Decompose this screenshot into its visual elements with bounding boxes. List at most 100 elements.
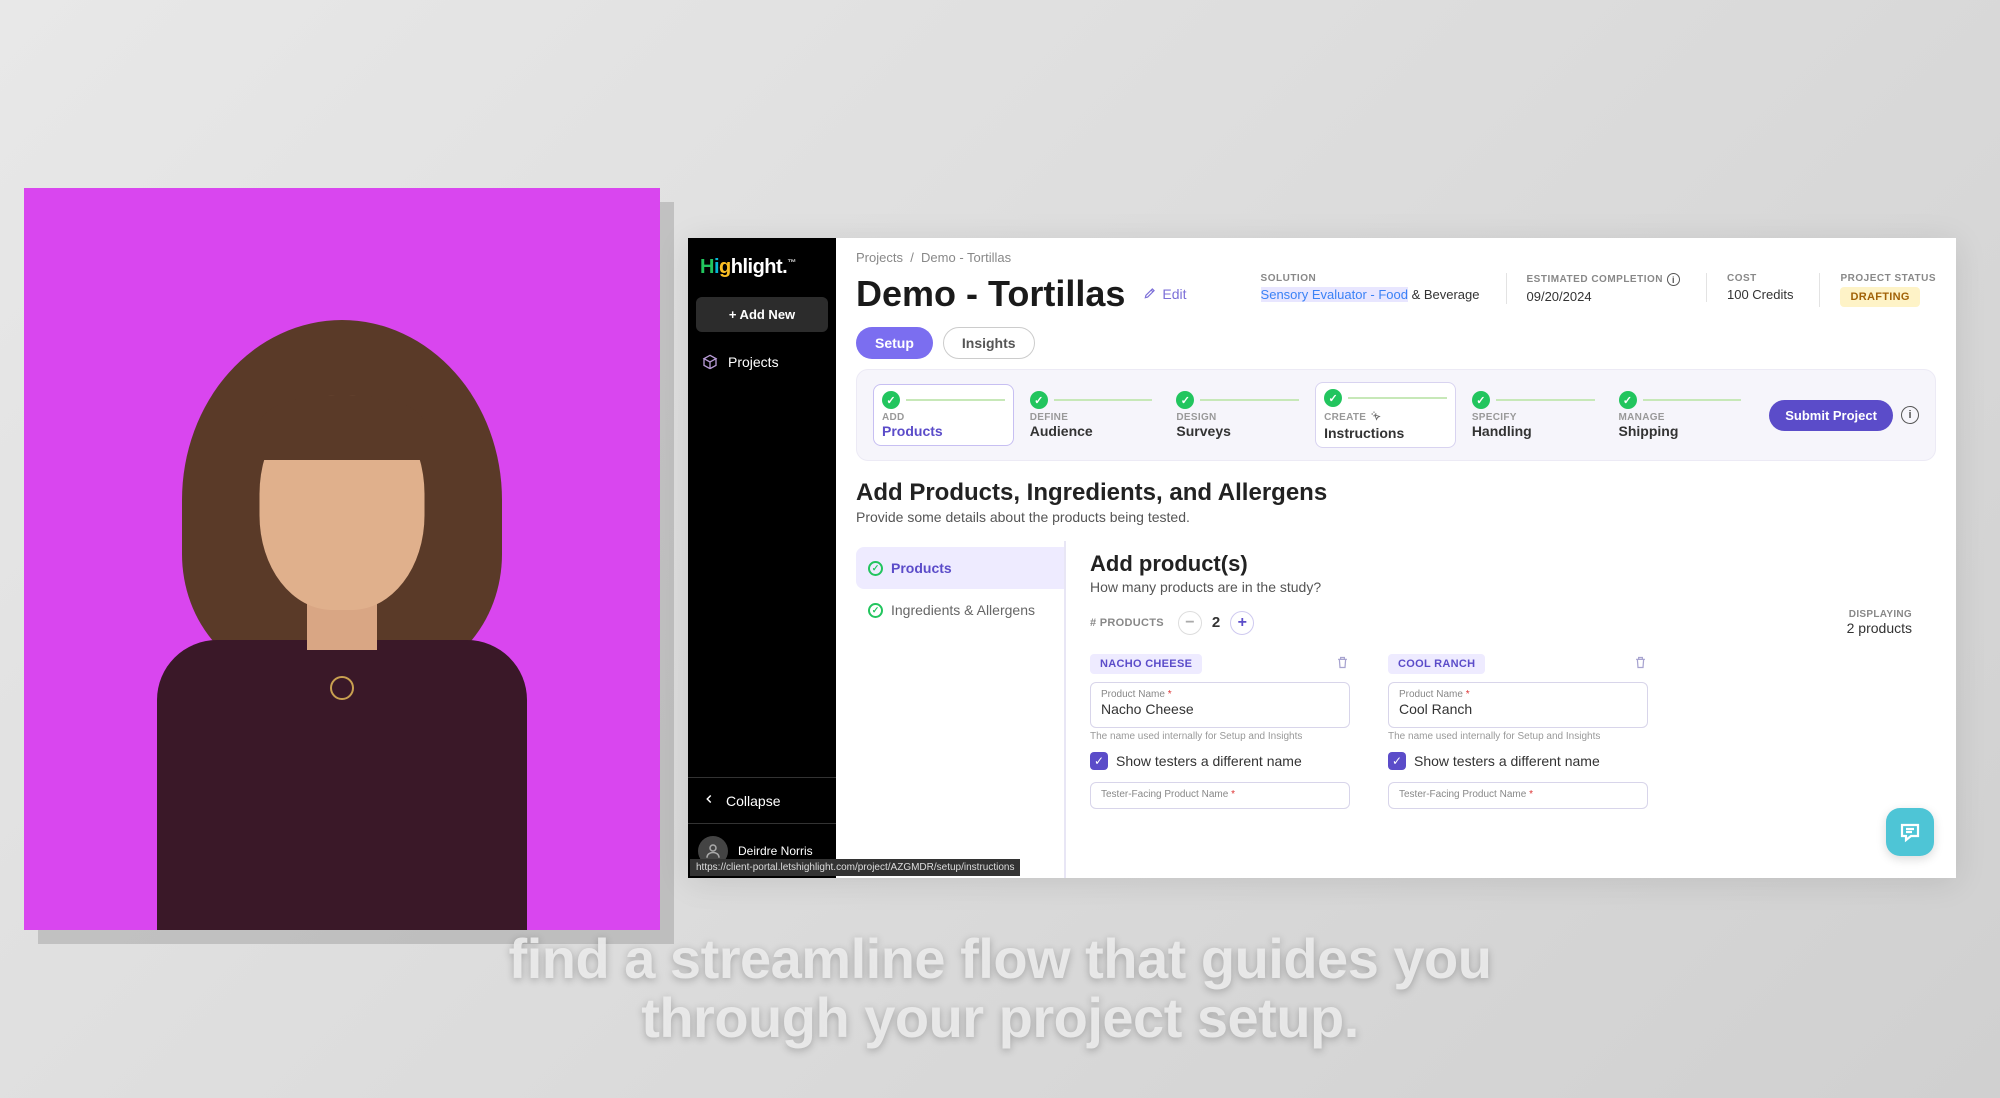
header-row: Demo - Tortillas Edit SOLUTION Sensory E… (836, 269, 1956, 327)
product-name-field[interactable]: Product Name * (1388, 682, 1648, 728)
add-new-button[interactable]: + Add New (696, 297, 828, 332)
field-label: Tester-Facing Product Name (1399, 789, 1526, 800)
pencil-icon (1143, 286, 1157, 303)
form-sub: How many products are in the study? (1090, 579, 1912, 595)
breadcrumb-root[interactable]: Projects (856, 250, 903, 265)
checkbox-label: Show testers a different name (1116, 753, 1302, 769)
step-sub: DESIGN (1176, 412, 1299, 423)
meta-label: COST (1727, 273, 1793, 284)
check-icon: ✓ (882, 391, 900, 409)
meta-status: PROJECT STATUS DRAFTING (1819, 273, 1936, 307)
count-label: # PRODUCTS (1090, 617, 1164, 629)
cube-icon (702, 354, 718, 370)
info-icon[interactable]: i (1901, 406, 1919, 424)
sub-item-ingredients[interactable]: ✓ Ingredients & Allergens (856, 589, 1064, 631)
step-shipping[interactable]: ✓ MANAGE Shipping (1611, 385, 1750, 445)
step-audience[interactable]: ✓ DEFINE Audience (1022, 385, 1161, 445)
meta-cost: COST 100 Credits (1706, 273, 1793, 302)
cursor-icon (1370, 410, 1382, 425)
meta-completion: ESTIMATED COMPLETION i 09/20/2024 (1506, 273, 1680, 304)
delete-product-button[interactable] (1335, 655, 1350, 673)
count-value: 2 (1212, 614, 1220, 631)
step-surveys[interactable]: ✓ DESIGN Surveys (1168, 385, 1307, 445)
step-sub: ADD (882, 412, 1005, 423)
tester-name-field[interactable]: Tester-Facing Product Name * (1090, 782, 1350, 809)
presenter-video-panel (24, 188, 660, 930)
step-main: Instructions (1324, 425, 1447, 441)
tester-name-field[interactable]: Tester-Facing Product Name * (1388, 782, 1648, 809)
product-name-input[interactable] (1101, 700, 1339, 717)
submit-project-button[interactable]: Submit Project (1769, 400, 1893, 431)
check-icon: ✓ (1619, 391, 1637, 409)
product-name-field[interactable]: Product Name * (1090, 682, 1350, 728)
main-content: Projects / Demo - Tortillas Demo - Torti… (836, 238, 1956, 878)
step-main: Surveys (1176, 423, 1299, 439)
app-window: Highlight.™ + Add New Projects Collapse … (688, 238, 1956, 878)
checkbox-label: Show testers a different name (1414, 753, 1600, 769)
solution-link[interactable]: Sensory Evaluator - Food (1261, 287, 1408, 302)
step-main: Handling (1472, 423, 1595, 439)
show-testers-checkbox[interactable]: ✓ (1090, 752, 1108, 770)
solution-rest: & Beverage (1408, 287, 1480, 302)
decrement-button[interactable]: − (1178, 611, 1202, 635)
caption-line: through your project setup. (0, 989, 2000, 1048)
step-sub: CREATE (1324, 412, 1366, 423)
field-label: Product Name (1101, 689, 1165, 700)
field-label: Tester-Facing Product Name (1101, 789, 1228, 800)
product-name-input[interactable] (1399, 700, 1637, 717)
sidebar: Highlight.™ + Add New Projects Collapse … (688, 238, 836, 878)
step-instructions[interactable]: ✓ CREATE Instructions (1315, 382, 1456, 448)
chevron-left-icon (702, 792, 716, 809)
section-desc: Provide some details about the products … (856, 509, 1936, 525)
field-label: Product Name (1399, 689, 1463, 700)
section-head: Add Products, Ingredients, and Allergens… (836, 479, 1956, 531)
edit-button[interactable]: Edit (1143, 286, 1186, 303)
quantity-stepper: − 2 + (1178, 611, 1254, 635)
breadcrumb: Projects / Demo - Tortillas (836, 238, 1956, 269)
sidebar-item-projects[interactable]: Projects (688, 340, 836, 384)
displaying-label: DISPLAYING (1847, 609, 1912, 620)
form-area: Add product(s) How many products are in … (1066, 541, 1936, 878)
check-icon: ✓ (868, 603, 883, 618)
form-title: Add product(s) (1090, 551, 1912, 577)
delete-product-button[interactable] (1633, 655, 1648, 673)
tab-setup[interactable]: Setup (856, 327, 933, 359)
check-icon: ✓ (1030, 391, 1048, 409)
sub-item-label: Ingredients & Allergens (891, 601, 1035, 619)
status-badge: DRAFTING (1840, 287, 1919, 307)
show-testers-checkbox[interactable]: ✓ (1388, 752, 1406, 770)
meta-solution: SOLUTION Sensory Evaluator - Food & Beve… (1261, 273, 1480, 302)
chat-button[interactable] (1886, 808, 1934, 856)
collapse-label: Collapse (726, 793, 780, 809)
increment-button[interactable]: + (1230, 611, 1254, 635)
step-handling[interactable]: ✓ SPECIFY Handling (1464, 385, 1603, 445)
meta-label: ESTIMATED COMPLETION (1527, 274, 1663, 285)
presenter-figure (132, 330, 552, 930)
step-sub: MANAGE (1619, 412, 1742, 423)
meta-label: SOLUTION (1261, 273, 1480, 284)
logo: Highlight.™ (688, 238, 836, 289)
step-products[interactable]: ✓ ADD Products (873, 384, 1014, 446)
tab-insights[interactable]: Insights (943, 327, 1035, 359)
step-main: Shipping (1619, 423, 1742, 439)
sub-item-label: Products (891, 559, 952, 577)
info-icon[interactable]: i (1667, 273, 1680, 286)
video-caption: find a streamline flow that guides you t… (0, 930, 2000, 1048)
field-hint: The name used internally for Setup and I… (1090, 731, 1350, 742)
product-card: COOL RANCH Product Name * The name used … (1388, 654, 1648, 812)
field-hint: The name used internally for Setup and I… (1388, 731, 1648, 742)
collapse-button[interactable]: Collapse (688, 777, 836, 823)
check-icon: ✓ (868, 561, 883, 576)
sub-item-products[interactable]: ✓ Products (856, 547, 1064, 589)
step-main: Audience (1030, 423, 1153, 439)
cost-value: 100 Credits (1727, 287, 1793, 302)
meta-label: PROJECT STATUS (1840, 273, 1936, 284)
section-title: Add Products, Ingredients, and Allergens (856, 479, 1936, 507)
breadcrumb-current: Demo - Tortillas (921, 250, 1011, 265)
completion-value: 09/20/2024 (1527, 289, 1680, 304)
caption-line: find a streamline flow that guides you (0, 930, 2000, 989)
user-name: Deirdre Norris (738, 844, 813, 858)
step-sub: SPECIFY (1472, 412, 1595, 423)
page-title: Demo - Tortillas (856, 273, 1125, 315)
edit-label: Edit (1162, 286, 1186, 302)
